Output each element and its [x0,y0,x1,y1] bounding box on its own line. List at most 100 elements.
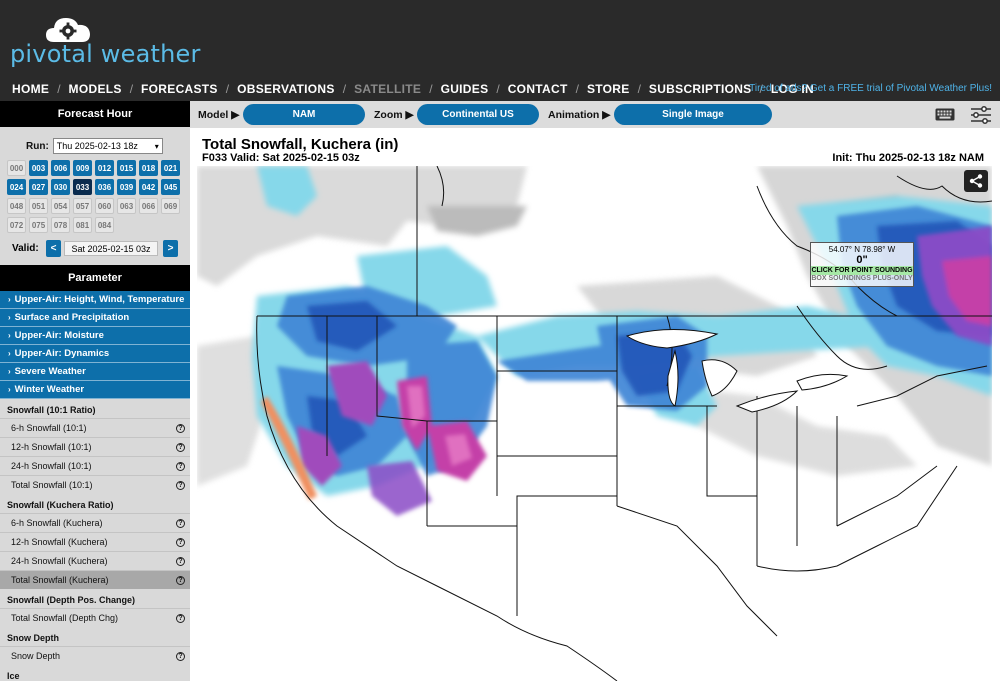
nav-store[interactable]: STORE [581,82,636,96]
category-label: Upper-Air: Moisture [14,330,104,341]
hour-button-066: 066 [139,198,158,214]
product-group-title: Snow Depth [7,633,59,643]
help-icon[interactable]: ? [176,423,185,433]
nav-separator: / [575,82,579,96]
chevron-right-icon: › [8,331,11,340]
product-group-title: Snowfall (10:1 Ratio) [7,405,96,415]
product-6-h-snowfall-10-1[interactable]: 6-h Snowfall (10:1)? [0,418,190,437]
hour-button-057: 057 [73,198,92,214]
help-icon[interactable]: ? [176,575,185,585]
point-sounding-popup[interactable]: 54.07° N 78.98° W 0" CLICK FOR POINT SOU… [810,242,914,287]
category-upper-air-moisture[interactable]: › Upper-Air: Moisture [0,327,190,345]
nav-contact[interactable]: CONTACT [502,82,574,96]
nav-separator: / [57,82,61,96]
valid-label: Valid: [12,243,39,254]
nav-home[interactable]: HOME [0,82,55,96]
prev-hour-button[interactable]: < [46,240,61,257]
hour-button-039[interactable]: 039 [117,179,136,195]
product-label: Snow Depth [11,651,61,661]
hour-button-006[interactable]: 006 [51,160,70,176]
nav-observations[interactable]: OBSERVATIONS [231,82,341,96]
keyboard-icon[interactable] [935,108,955,121]
help-icon[interactable]: ? [176,651,185,661]
hour-button-009[interactable]: 009 [73,160,92,176]
help-icon[interactable]: ? [176,461,185,471]
model-label: Model ▶ [198,109,240,121]
category-label: Winter Weather [14,384,85,395]
product-12-h-snowfall-10-1[interactable]: 12-h Snowfall (10:1)? [0,437,190,456]
hour-button-033[interactable]: 033 [73,179,92,195]
click-point-sounding[interactable]: CLICK FOR POINT SOUNDING [811,266,913,275]
animation-button[interactable]: Single Image [614,104,772,125]
hour-button-036[interactable]: 036 [95,179,114,195]
run-label: Run: [26,140,49,152]
zoom-button[interactable]: Continental US [417,104,539,125]
product-24-h-snowfall-kuchera[interactable]: 24-h Snowfall (Kuchera)? [0,551,190,570]
product-label: 12-h Snowfall (10:1) [11,442,92,452]
zoom-label: Zoom ▶ [374,109,414,121]
product-24-h-snowfall-10-1[interactable]: 24-h Snowfall (10:1)? [0,456,190,475]
category-upper-air-dynamics[interactable]: › Upper-Air: Dynamics [0,345,190,363]
hour-button-024[interactable]: 024 [7,179,26,195]
product-label: 6-h Snowfall (Kuchera) [11,518,103,528]
product-label: Total Snowfall (Kuchera) [11,575,109,585]
sidebar: Forecast Hour Run: Thu 2025-02-13 18z ▾ … [0,101,190,681]
hour-button-030[interactable]: 030 [51,179,70,195]
product-group-title: Ice [7,671,20,681]
valid-row: Valid: < Sat 2025-02-15 03z > [0,240,190,258]
hour-button-072: 072 [7,217,26,233]
hour-button-015[interactable]: 015 [117,160,136,176]
help-icon[interactable]: ? [176,442,185,452]
hour-button-045[interactable]: 045 [161,179,180,195]
category-surface-and-precipitation[interactable]: › Surface and Precipitation [0,309,190,327]
logo[interactable]: pivotal weather [10,12,210,72]
nav-separator: / [429,82,433,96]
product-label: 12-h Snowfall (Kuchera) [11,537,108,547]
help-icon[interactable]: ? [176,518,185,528]
product-label: Total Snowfall (10:1) [11,480,93,490]
product-12-h-snowfall-kuchera[interactable]: 12-h Snowfall (Kuchera)? [0,532,190,551]
help-icon[interactable]: ? [176,537,185,547]
help-icon[interactable]: ? [176,480,185,490]
nav-subscriptions[interactable]: SUBSCRIPTIONS [643,82,758,96]
product-total-snowfall-10-1[interactable]: Total Snowfall (10:1)? [0,475,190,494]
model-button[interactable]: NAM [243,104,365,125]
forecast-hour-header: Forecast Hour [0,101,190,127]
settings-sliders-icon[interactable] [970,106,992,124]
toolbar: Model ▶ NAM Zoom ▶ Continental US Animat… [190,101,1000,128]
hour-button-075: 075 [29,217,48,233]
product-total-snowfall-kuchera[interactable]: Total Snowfall (Kuchera)? [0,570,190,589]
product-group-title: Snowfall (Depth Pos. Change) [7,595,136,605]
nav-models[interactable]: MODELS [63,82,128,96]
nav-forecasts[interactable]: FORECASTS [135,82,224,96]
category-upper-air-height-wind-temperature[interactable]: › Upper-Air: Height, Wind, Temperature [0,291,190,309]
nav-satellite[interactable]: SATELLITE [348,82,427,96]
hour-button-051: 051 [29,198,48,214]
chevron-right-icon: › [8,385,11,394]
hour-button-018[interactable]: 018 [139,160,158,176]
hour-button-003[interactable]: 003 [29,160,48,176]
main-nav: HOME / MODELS / FORECASTS / OBSERVATIONS / SATEL… [0,80,820,98]
chevron-right-icon: › [8,295,11,304]
help-icon[interactable]: ? [176,556,185,566]
category-winter-weather[interactable]: › Winter Weather [0,381,190,399]
forecast-map[interactable]: 54.07° N 78.98° W 0" CLICK FOR POINT SOU… [197,166,992,681]
nav-guides[interactable]: GUIDES [435,82,495,96]
hour-button-021[interactable]: 021 [161,160,180,176]
share-button[interactable] [964,170,988,192]
animation-label: Animation ▶ [548,109,611,121]
hour-button-042[interactable]: 042 [139,179,158,195]
next-hour-button[interactable]: > [163,240,178,257]
hour-button-012[interactable]: 012 [95,160,114,176]
help-icon[interactable]: ? [176,613,185,623]
product-snow-depth[interactable]: Snow Depth? [0,646,190,665]
product-total-snowfall-depth-chg[interactable]: Total Snowfall (Depth Chg)? [0,608,190,627]
category-severe-weather[interactable]: › Severe Weather [0,363,190,381]
product-6-h-snowfall-kuchera[interactable]: 6-h Snowfall (Kuchera)? [0,513,190,532]
run-select[interactable]: Thu 2025-02-13 18z ▾ [52,138,163,154]
parameter-list: › Upper-Air: Height, Wind, Temperature › Su… [0,291,190,681]
chevron-right-icon: › [8,367,11,376]
promo-link[interactable]: Tired of ads? Get a FREE trial of Pivota… [749,83,992,94]
hour-button-048: 048 [7,198,26,214]
hour-button-027[interactable]: 027 [29,179,48,195]
